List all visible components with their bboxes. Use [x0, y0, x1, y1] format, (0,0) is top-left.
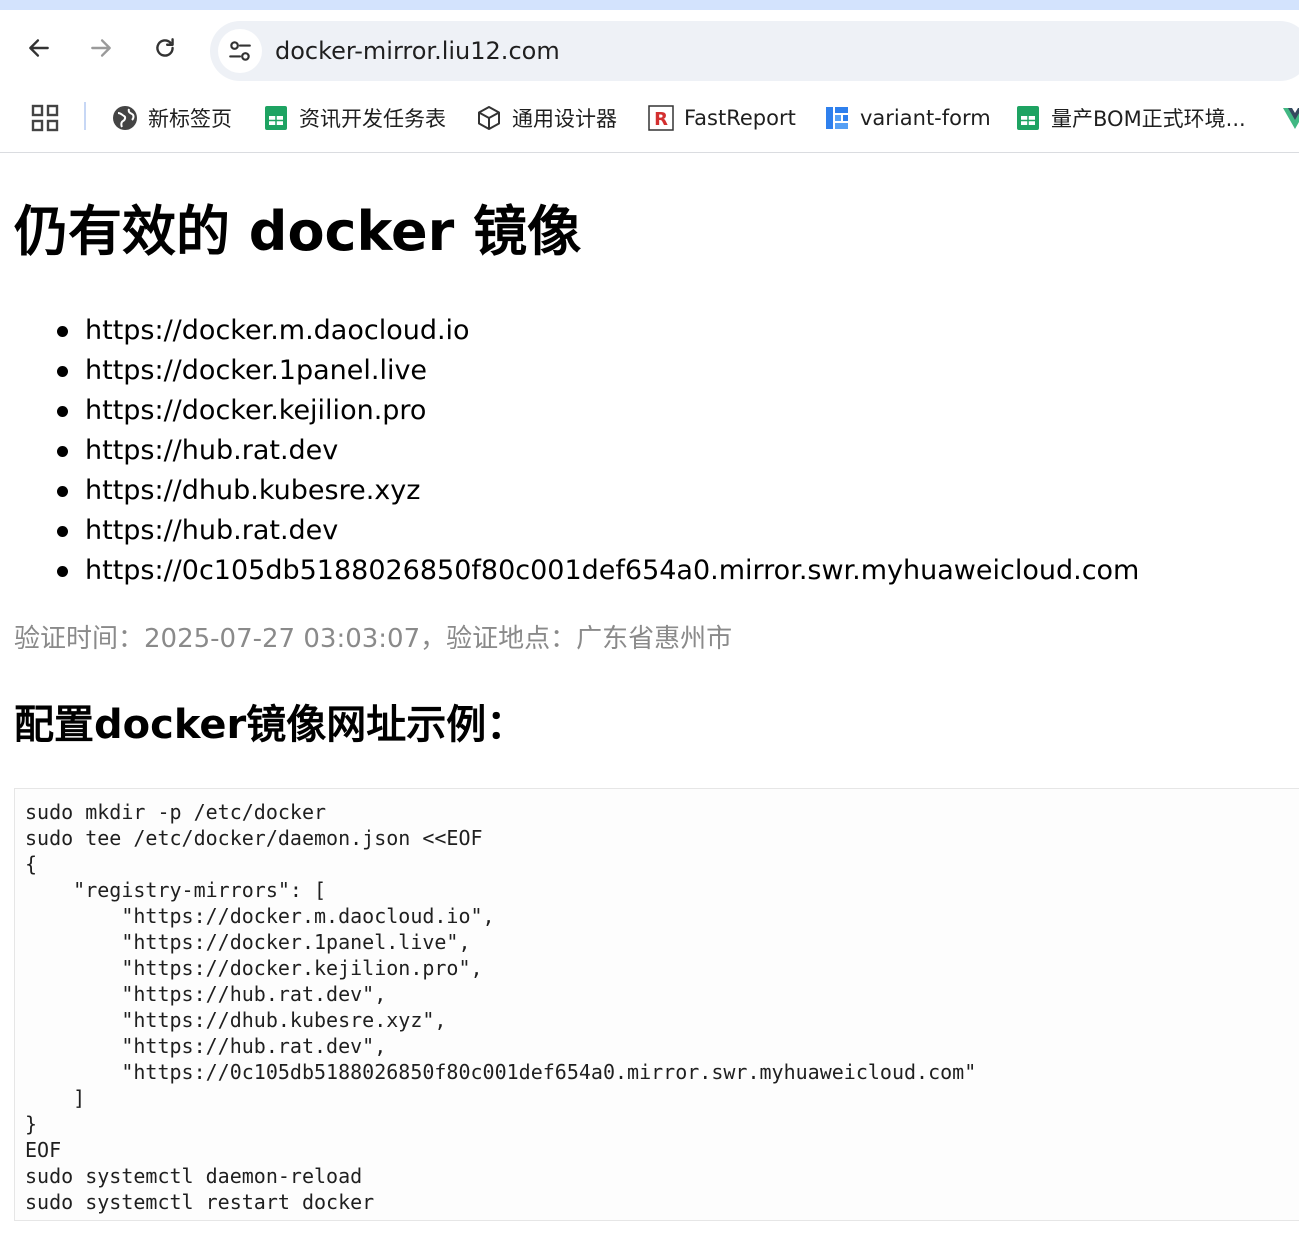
bookmarks-bar: 新标签页 资讯开发任务表 通用设计器 R FastReport variant-… [0, 84, 1299, 153]
bookmarks-divider [84, 102, 86, 130]
bookmark-overflow[interactable] [1282, 100, 1299, 136]
page-title: 仍有效的 docker 镜像 [14, 200, 582, 263]
list-item: https://docker.1panel.live [0, 351, 1139, 391]
url-text[interactable]: docker-mirror.liu12.com [275, 36, 560, 66]
code-text[interactable]: sudo mkdir -p /etc/docker sudo tee /etc/… [15, 789, 1299, 1215]
apps-grid-icon[interactable] [30, 103, 60, 133]
bookmark-label: variant-form [860, 106, 991, 130]
bookmark-bom[interactable]: 量产BOM正式环境... [1015, 100, 1246, 136]
list-item: https://0c105db5188026850f80c001def654a0… [0, 551, 1139, 591]
tune-icon [229, 41, 251, 61]
address-bar[interactable]: docker-mirror.liu12.com [210, 21, 1299, 81]
bookmark-label: 新标签页 [148, 107, 232, 131]
list-item: https://docker.kejilion.pro [0, 391, 1139, 431]
site-info-button[interactable] [218, 29, 262, 73]
vue-icon [1282, 105, 1299, 131]
form-icon [824, 105, 850, 131]
svg-text:R: R [654, 109, 668, 130]
bookmark-dev-tasks[interactable]: 资讯开发任务表 [263, 100, 446, 136]
reload-icon [156, 38, 174, 57]
list-item: https://dhub.kubesre.xyz [0, 471, 1139, 511]
code-block: sudo mkdir -p /etc/docker sudo tee /etc/… [14, 788, 1299, 1221]
page-content: 仍有效的 docker 镜像 https://docker.m.daocloud… [0, 153, 1299, 1234]
window-top-strip [0, 0, 1299, 10]
mirror-list: https://docker.m.daocloud.io https://doc… [0, 311, 1139, 591]
arrow-right-icon [91, 39, 111, 57]
bookmark-variant-form[interactable]: variant-form [824, 100, 991, 136]
bookmark-fastreport[interactable]: R FastReport [648, 100, 796, 136]
list-item: https://docker.m.daocloud.io [0, 311, 1139, 351]
bookmark-designer[interactable]: 通用设计器 [476, 100, 617, 136]
bookmark-label: 通用设计器 [512, 107, 617, 131]
bookmark-label: 量产BOM正式环境... [1051, 107, 1246, 131]
list-item: https://hub.rat.dev [0, 431, 1139, 471]
arrow-left-icon [29, 39, 49, 57]
bookmark-new-tab[interactable]: 新标签页 [112, 100, 232, 136]
list-item: https://hub.rat.dev [0, 511, 1139, 551]
sheet-icon [1015, 105, 1041, 131]
bookmark-label: FastReport [684, 106, 796, 130]
cube-icon [476, 105, 502, 131]
config-heading: 配置docker镜像网址示例： [14, 702, 527, 748]
fastreport-icon: R [648, 105, 674, 131]
sheet-icon [263, 105, 289, 131]
bookmark-label: 资讯开发任务表 [299, 107, 446, 131]
globe-icon [112, 105, 138, 131]
forward-button[interactable] [83, 30, 119, 66]
verification-info: 验证时间：2025-07-27 03:03:07，验证地点：广东省惠州市 [14, 624, 733, 654]
browser-toolbar: docker-mirror.liu12.com [0, 10, 1299, 84]
back-button[interactable] [21, 30, 57, 66]
reload-button[interactable] [147, 30, 183, 66]
